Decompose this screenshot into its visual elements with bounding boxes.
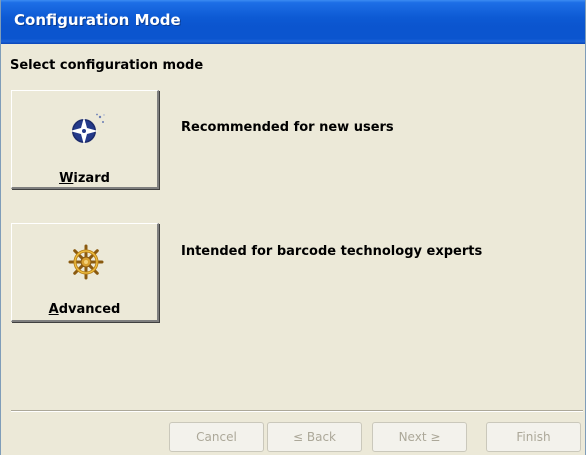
finish-button[interactable]: Finish <box>486 422 581 452</box>
advanced-label: Advanced <box>48 302 121 317</box>
window-title: Configuration Mode <box>14 11 181 29</box>
footer-separator <box>11 410 583 412</box>
wizard-star-icon <box>70 113 106 149</box>
advanced-description: Intended for barcode technology experts <box>181 244 483 259</box>
advanced-button[interactable]: Advanced <box>11 223 159 322</box>
cancel-button[interactable]: Cancel <box>169 422 264 452</box>
configuration-mode-window: Configuration Mode Select configuration … <box>0 0 586 455</box>
wizard-button[interactable]: Wizard <box>11 90 159 189</box>
ship-wheel-icon <box>68 244 104 284</box>
wizard-label: Wizard <box>59 171 110 186</box>
title-bar: Configuration Mode <box>1 0 585 44</box>
page-heading: Select configuration mode <box>10 58 204 73</box>
wizard-description: Recommended for new users <box>181 120 394 135</box>
back-button[interactable]: ≤ Back <box>267 422 362 452</box>
next-button[interactable]: Next ≥ <box>372 422 467 452</box>
